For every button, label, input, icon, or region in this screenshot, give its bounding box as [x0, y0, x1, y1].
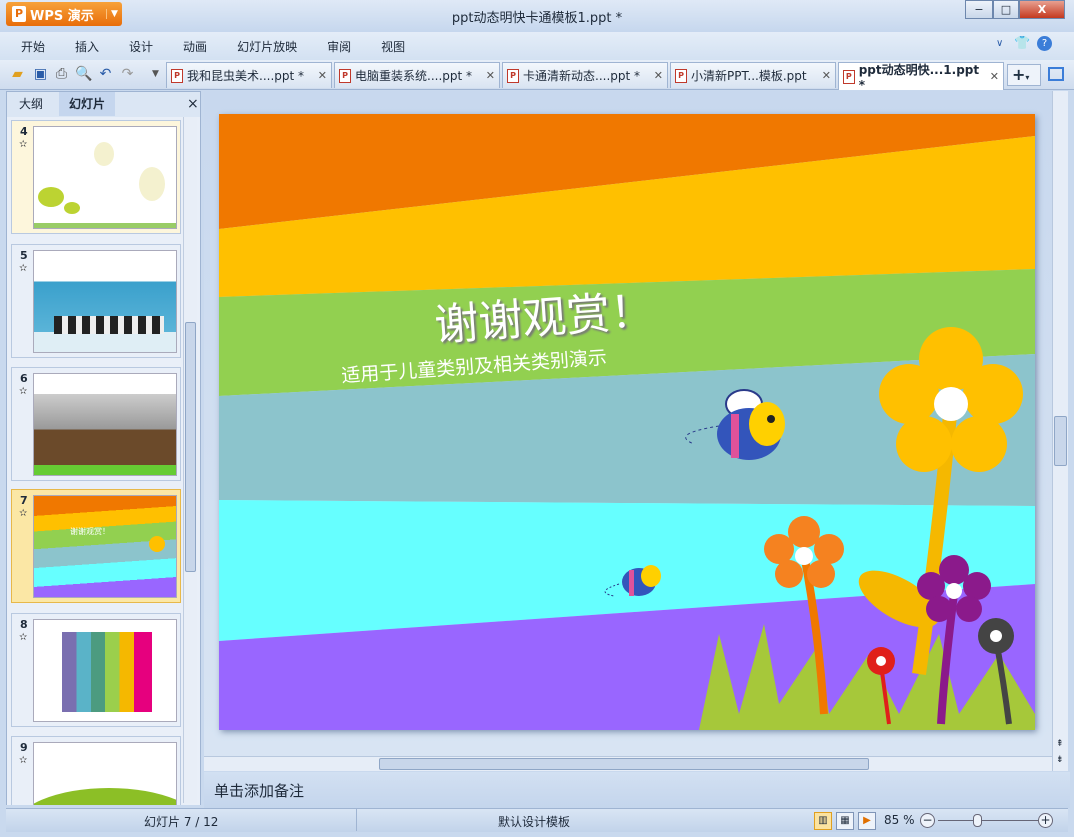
slide-number: 6	[20, 372, 28, 385]
ppt-file-icon: P	[675, 68, 687, 83]
scrollbar-thumb[interactable]	[185, 322, 196, 572]
window-title: ppt动态明快卡通模板1.ppt *	[451, 11, 623, 26]
doc-tab-label: 我和昆虫美术....ppt *	[187, 69, 305, 83]
slide-sorter-icon[interactable]: ▦	[836, 812, 854, 830]
maximize-button[interactable]: □	[993, 0, 1019, 19]
slide-number: 7	[20, 494, 28, 507]
normal-view-icon[interactable]: ▥	[814, 812, 832, 830]
close-tab-icon[interactable]: ✕	[990, 70, 999, 83]
slide-thumbnail[interactable]: 6 ✫	[11, 367, 181, 481]
slide-number: 8	[20, 618, 28, 631]
slide-number: 5	[20, 249, 28, 262]
open-icon[interactable]: ▰	[9, 66, 26, 83]
close-tab-icon[interactable]: ✕	[318, 69, 327, 82]
doc-tab-label: 小清新PPT...模板.ppt	[691, 69, 807, 83]
doc-tab-label: 卡通清新动态....ppt *	[523, 69, 641, 83]
doc-tab-label: ppt动态明快...1.ppt *	[858, 63, 980, 92]
help-icon[interactable]: ?	[1037, 36, 1052, 51]
close-tab-icon[interactable]: ✕	[486, 69, 495, 82]
menu-home[interactable]: 开始	[21, 38, 45, 55]
zoom-slider-handle[interactable]	[973, 814, 982, 827]
slide-number: 9	[20, 741, 28, 754]
menu-review[interactable]: 审阅	[327, 38, 351, 55]
notes-pane[interactable]: 单击添加备注	[204, 772, 1070, 808]
animation-star-icon: ✫	[19, 139, 28, 150]
slide-background	[219, 114, 1035, 730]
close-button[interactable]: X	[1019, 0, 1065, 19]
slide-thumbnail[interactable]: 5 ✫	[11, 244, 181, 358]
close-tab-icon[interactable]: ✕	[822, 69, 831, 82]
menu-bar: 开始 插入 设计 动画 幻灯片放映 审阅 视图	[0, 32, 1074, 60]
ppt-file-icon: P	[171, 68, 183, 83]
zoom-out-icon[interactable]: −	[920, 813, 935, 828]
animation-star-icon: ✫	[19, 632, 28, 643]
menu-animation[interactable]: 动画	[183, 38, 207, 55]
doc-tab[interactable]: P 卡通清新动态....ppt * ✕	[502, 62, 668, 88]
menu-slideshow[interactable]: 幻灯片放映	[237, 38, 297, 55]
doc-tab[interactable]: P 我和昆虫美术....ppt * ✕	[166, 62, 332, 88]
skin-icon[interactable]: 👕	[1014, 36, 1030, 51]
print-icon[interactable]: ⎙	[53, 66, 70, 83]
ppt-file-icon: P	[507, 68, 519, 83]
animation-star-icon: ✫	[19, 263, 28, 274]
save-icon[interactable]: ▣	[32, 66, 49, 83]
zoom-in-icon[interactable]: +	[1038, 813, 1053, 828]
zoom-level: 85 %	[884, 813, 915, 827]
slide-counter: 幻灯片 7 / 12	[144, 815, 219, 829]
slideshow-icon[interactable]: ▶	[858, 812, 876, 830]
prev-slide-icon[interactable]: ⇞	[1056, 739, 1064, 749]
tab-slides[interactable]: 幻灯片	[59, 92, 116, 116]
zoom-slider-track[interactable]	[938, 820, 1038, 821]
scrollbar-thumb[interactable]	[1054, 416, 1067, 466]
minimize-button[interactable]: −	[965, 0, 993, 19]
status-bar: 幻灯片 7 / 12 默认设计模板 ▥ ▦ ▶ 85 % − +	[6, 808, 1068, 832]
close-tab-icon[interactable]: ✕	[654, 69, 663, 82]
menu-insert[interactable]: 插入	[75, 38, 99, 55]
thumbnail-list: 4 ✫ 5 ✫ 6 ✫ 7 ✫ 谢谢观赏！ 8 ✫ 9 ✫	[7, 117, 200, 805]
slide-canvas[interactable]: 谢谢观赏！ 适用于儿童类别及相关类别演示	[219, 114, 1035, 730]
divider	[356, 809, 357, 831]
tab-outline[interactable]: 大纲	[9, 92, 53, 116]
ppt-file-icon: P	[843, 69, 855, 84]
slide-number: 4	[20, 125, 28, 138]
doc-tab[interactable]: P 电脑重装系统....ppt * ✕	[334, 62, 500, 88]
slide-thumbnail-selected[interactable]: 7 ✫ 谢谢观赏！	[11, 489, 181, 603]
undo-icon[interactable]: ↶	[97, 66, 114, 83]
vertical-scrollbar[interactable]: ⇞ ⇟	[1052, 91, 1068, 771]
doc-tab-label: 电脑重装系统....ppt *	[355, 69, 473, 83]
ppt-file-icon: P	[339, 68, 351, 83]
new-tab-button[interactable]: +▾	[1007, 64, 1041, 86]
template-name[interactable]: 默认设计模板	[498, 813, 570, 830]
animation-star-icon: ✫	[19, 755, 28, 766]
thumbnail-scrollbar[interactable]	[183, 117, 197, 803]
doc-tab[interactable]: P 小清新PPT...模板.ppt ✕	[670, 62, 836, 88]
window-layout-icon[interactable]	[1048, 67, 1064, 81]
slides-panel: 大纲 幻灯片 × 4 ✫ 5 ✫ 6 ✫ 7 ✫ 谢谢观赏！ 8 ✫ 9 ✫	[6, 91, 201, 805]
redo-icon[interactable]: ↷	[119, 66, 136, 83]
slide-thumbnail[interactable]: 4 ✫	[11, 120, 181, 234]
customize-toolbar-icon[interactable]: ▼	[147, 66, 164, 83]
animation-star-icon: ✫	[19, 508, 28, 519]
menu-design[interactable]: 设计	[129, 38, 153, 55]
close-panel-icon[interactable]: ×	[187, 96, 199, 112]
slide-thumbnail[interactable]: 8 ✫	[11, 613, 181, 727]
slide-thumbnail[interactable]: 9 ✫	[11, 736, 181, 805]
collapse-ribbon-icon[interactable]: ∨	[996, 38, 1003, 49]
next-slide-icon[interactable]: ⇟	[1056, 755, 1064, 765]
animation-star-icon: ✫	[19, 386, 28, 397]
scrollbar-thumb[interactable]	[379, 758, 869, 770]
print-preview-icon[interactable]: 🔍	[75, 66, 92, 83]
horizontal-scrollbar[interactable]	[204, 756, 1052, 771]
menu-view[interactable]: 视图	[381, 38, 405, 55]
doc-tab-active[interactable]: Pppt动态明快...1.ppt * ✕	[838, 62, 1004, 92]
